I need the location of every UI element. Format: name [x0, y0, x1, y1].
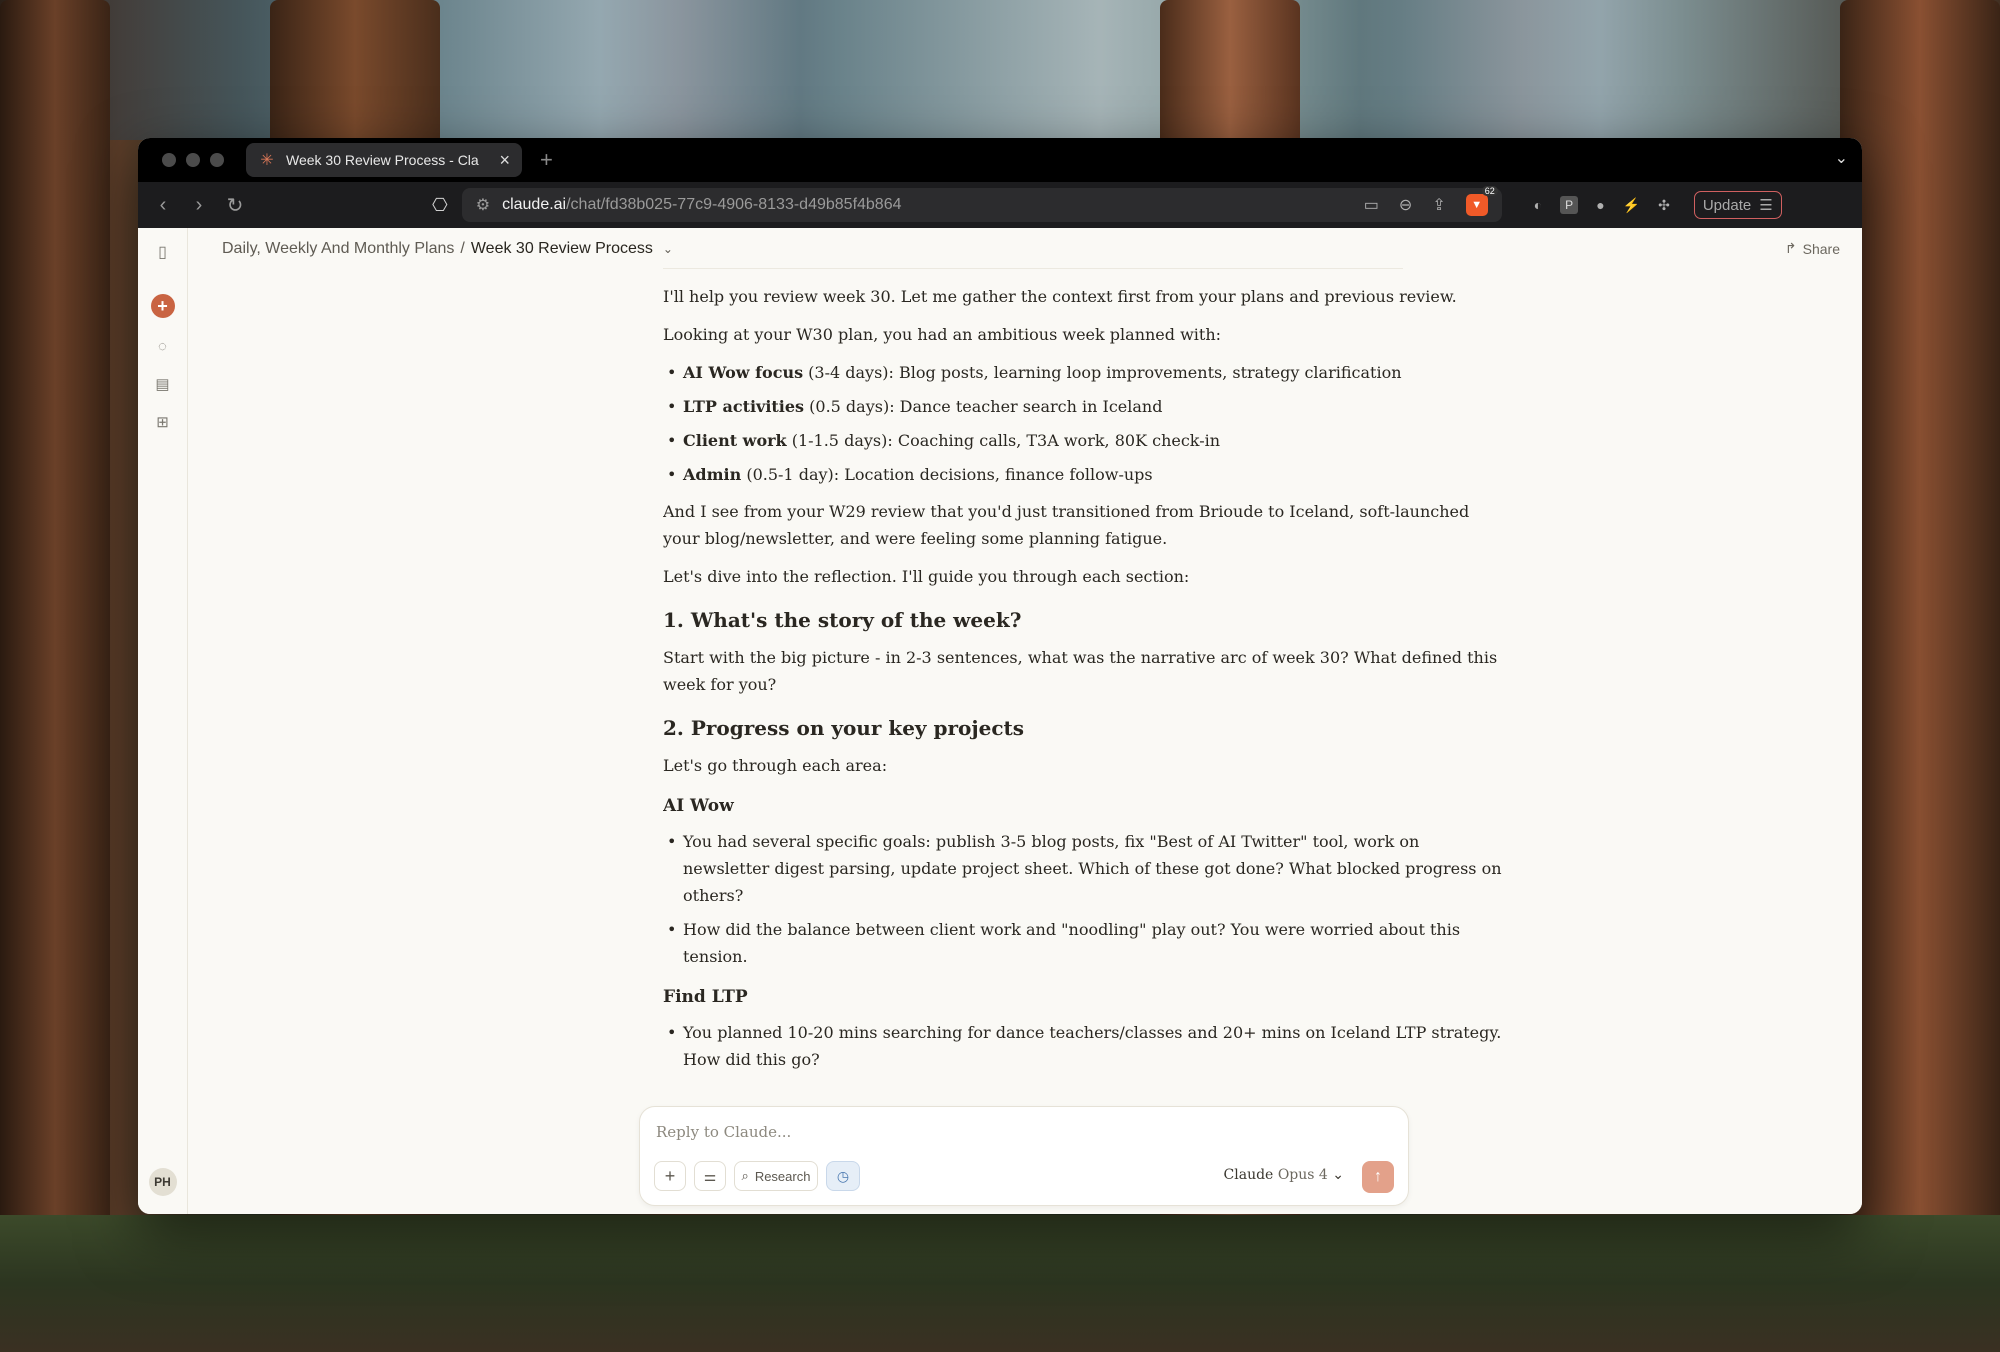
subsection-heading: AI Wow	[663, 796, 734, 816]
sidebar: ▯ + ◌ ▤ ⊞ PH	[138, 228, 188, 1214]
breadcrumb: Daily, Weekly And Monthly Plans / Week 3…	[222, 240, 673, 258]
model-selector[interactable]: Claude Opus 4 ⌄	[1224, 1167, 1344, 1183]
clock-icon[interactable]: ◷	[826, 1161, 860, 1191]
chat-title[interactable]: Week 30 Review Process	[471, 240, 653, 258]
chevron-down-icon: ⌄	[1332, 1167, 1344, 1183]
avatar[interactable]: PH	[148, 1168, 177, 1196]
window-controls	[138, 153, 224, 167]
extensions-puzzle-icon[interactable]: ✣	[1658, 197, 1670, 214]
new-tab-button[interactable]: +	[540, 147, 553, 173]
reload-button[interactable]: ↻	[226, 193, 244, 218]
zoom-icon[interactable]: ⊖	[1399, 195, 1412, 215]
message-paragraph: I'll help you review week 30. Let me gat…	[663, 287, 1457, 306]
plan-list: AI Wow focus (3-4 days): Blog posts, lea…	[663, 359, 1508, 488]
extensions-area: ◐ P ● ⚡ ✣	[1534, 196, 1670, 214]
address-bar-actions: ▭ ⊖ ⇪ ▼ 62	[1364, 186, 1498, 216]
message-paragraph: Let's go through each area:	[663, 756, 888, 775]
share-label: Share	[1802, 240, 1840, 257]
browser-toolbar: ‹ › ↻ ⎔ ⚙ claude.ai/chat/fd38b025-77c9-4…	[138, 182, 1862, 228]
list-item: Client work (1-1.5 days): Coaching calls…	[663, 427, 1508, 454]
claude-favicon-icon: ✳	[260, 152, 274, 169]
tab-bar: ✳ Week 30 Review Process - Cla × + ⌄	[138, 138, 1862, 182]
extension-p-icon[interactable]: P	[1560, 196, 1579, 214]
model-version: Opus 4	[1277, 1167, 1328, 1183]
url-domain: claude.ai	[502, 196, 567, 213]
add-attachment-button[interactable]: +	[654, 1161, 686, 1191]
claude-app: ▯ + ◌ ▤ ⊞ PH Daily, Weekly And Monthly P…	[138, 228, 1862, 1214]
share-button[interactable]: ↱ Share	[1785, 240, 1840, 257]
ltp-list: You planned 10-20 mins searching for dan…	[663, 1019, 1508, 1073]
reply-composer: + ⚌ ⌕ Research ◷ Claude Opus 4 ⌄ ↑	[639, 1106, 1409, 1206]
list-item-text: (1-1.5 days): Coaching calls, T3A work, …	[786, 431, 1221, 450]
message-paragraph: Start with the big picture - in 2-3 sent…	[663, 648, 1498, 694]
update-label: Update	[1702, 196, 1752, 214]
background-tree-trunk	[0, 0, 110, 1352]
list-item: You had several specific goals: publish …	[663, 828, 1508, 909]
brave-shields-icon[interactable]: ▼ 62	[1465, 186, 1498, 216]
breadcrumb-separator: /	[460, 240, 465, 257]
message-divider	[663, 268, 1403, 269]
update-button[interactable]: Update ☰	[1693, 191, 1782, 219]
new-chat-button[interactable]: +	[150, 294, 175, 318]
brave-shields-count: 62	[1481, 186, 1498, 196]
list-item-label: Client work	[683, 431, 787, 450]
tab-title: Week 30 Review Process - Cla	[286, 152, 479, 168]
research-label: Research	[754, 1168, 811, 1184]
projects-icon[interactable]: ▤	[155, 375, 169, 393]
section-heading: 1. What's the story of the week?	[663, 608, 1022, 632]
list-item: AI Wow focus (3-4 days): Blog posts, lea…	[663, 359, 1508, 386]
browser-tab-active[interactable]: ✳ Week 30 Review Process - Cla ×	[246, 143, 522, 177]
artifacts-icon[interactable]: ⊞	[156, 413, 169, 431]
chevron-down-icon[interactable]: ⌄	[663, 242, 673, 256]
list-item-text: (3-4 days): Blog posts, learning loop im…	[803, 363, 1402, 382]
tools-sliders-button[interactable]: ⚌	[694, 1161, 726, 1191]
subsection-heading: Find LTP	[663, 987, 748, 1007]
list-item-text: (0.5-1 day): Location decisions, finance…	[741, 465, 1153, 484]
list-item-label: Admin	[683, 465, 742, 484]
sidebar-toggle-icon[interactable]: ▯	[158, 242, 167, 262]
list-item-label: LTP activities	[683, 397, 805, 416]
back-button[interactable]: ‹	[154, 194, 172, 217]
menu-icon: ☰	[1759, 197, 1773, 214]
chats-icon[interactable]: ◌	[158, 338, 167, 355]
maximize-window-button[interactable]	[210, 153, 224, 167]
reply-input[interactable]	[656, 1123, 1376, 1141]
message-paragraph: Let's dive into the reflection. I'll gui…	[663, 567, 1190, 586]
address-bar[interactable]: ⚙ claude.ai/chat/fd38b025-77c9-4906-8133…	[461, 186, 1502, 222]
background-tree-trunk	[1840, 0, 2000, 1352]
url-path: /chat/fd38b025-77c9-4906-8133-d49b85f4b8…	[566, 196, 902, 213]
research-button[interactable]: ⌕ Research	[734, 1161, 818, 1191]
assistant-message: I'll help you review week 30. Let me gat…	[663, 268, 1508, 1114]
model-name: Claude	[1223, 1167, 1274, 1183]
send-button[interactable]: ↑	[1362, 1161, 1394, 1193]
list-item: You planned 10-20 mins searching for dan…	[663, 1019, 1508, 1073]
share-page-icon[interactable]: ⇪	[1432, 195, 1445, 215]
search-icon: ⌕	[741, 1168, 749, 1183]
share-arrow-icon: ↱	[1784, 240, 1797, 256]
section-heading: 2. Progress on your key projects	[663, 716, 1024, 740]
url-text: claude.ai/chat/fd38b025-77c9-4906-8133-d…	[502, 196, 901, 214]
extension-circle-icon[interactable]: ●	[1596, 197, 1604, 213]
extension-bolt-icon[interactable]: ⚡	[1623, 197, 1640, 214]
list-item-text: (0.5 days): Dance teacher search in Icel…	[804, 397, 1163, 416]
close-window-button[interactable]	[162, 153, 176, 167]
background-forest-floor	[0, 1215, 2000, 1352]
site-settings-icon[interactable]: ⚙	[476, 195, 490, 215]
close-tab-icon[interactable]: ×	[499, 150, 510, 171]
bookmark-icon[interactable]: ⎔	[432, 195, 448, 216]
breadcrumb-project[interactable]: Daily, Weekly And Monthly Plans	[222, 240, 454, 258]
browser-window: ✳ Week 30 Review Process - Cla × + ⌄ ‹ ›…	[138, 138, 1862, 1214]
aiwow-list: You had several specific goals: publish …	[663, 828, 1508, 970]
minimize-window-button[interactable]	[186, 153, 200, 167]
list-item: Admin (0.5-1 day): Location decisions, f…	[663, 461, 1508, 488]
cast-icon[interactable]: ▭	[1364, 195, 1379, 215]
forward-button[interactable]: ›	[190, 194, 208, 217]
list-item: LTP activities (0.5 days): Dance teacher…	[663, 393, 1508, 420]
message-paragraph: And I see from your W29 review that you'…	[663, 502, 1470, 548]
message-paragraph: Looking at your W30 plan, you had an amb…	[663, 325, 1222, 344]
list-item-label: AI Wow focus	[683, 363, 804, 382]
tab-list-chevron-icon[interactable]: ⌄	[1835, 148, 1848, 168]
list-item: How did the balance between client work …	[663, 916, 1508, 970]
extension-globe-icon[interactable]: ◐	[1534, 197, 1542, 213]
